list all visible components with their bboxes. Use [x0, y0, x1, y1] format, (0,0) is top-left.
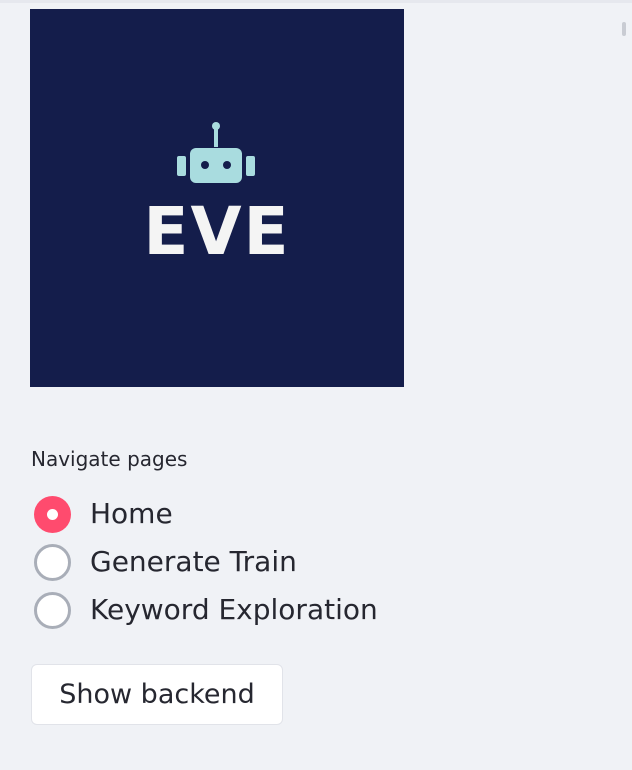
page-radio-group: Home Generate Train Keyword Exploration — [34, 490, 378, 634]
radio-label-keyword-exploration: Keyword Exploration — [90, 593, 378, 626]
radio-option-keyword-exploration[interactable]: Keyword Exploration — [34, 586, 378, 634]
logo-text: EVE — [143, 193, 291, 270]
radio-button[interactable] — [34, 591, 71, 629]
navigate-pages-label: Navigate pages — [31, 447, 188, 471]
radio-button[interactable] — [34, 543, 71, 581]
radio-option-home[interactable]: Home — [34, 490, 378, 538]
top-edge-divider — [0, 0, 632, 3]
show-backend-button[interactable]: Show backend — [31, 664, 283, 725]
eve-logo: EVE — [30, 9, 404, 387]
radio-button-selected[interactable] — [34, 495, 71, 533]
scrollbar-thumb[interactable] — [622, 22, 626, 36]
radio-option-generate-train[interactable]: Generate Train — [34, 538, 378, 586]
radio-label-home: Home — [90, 497, 173, 530]
radio-label-generate-train: Generate Train — [90, 545, 297, 578]
